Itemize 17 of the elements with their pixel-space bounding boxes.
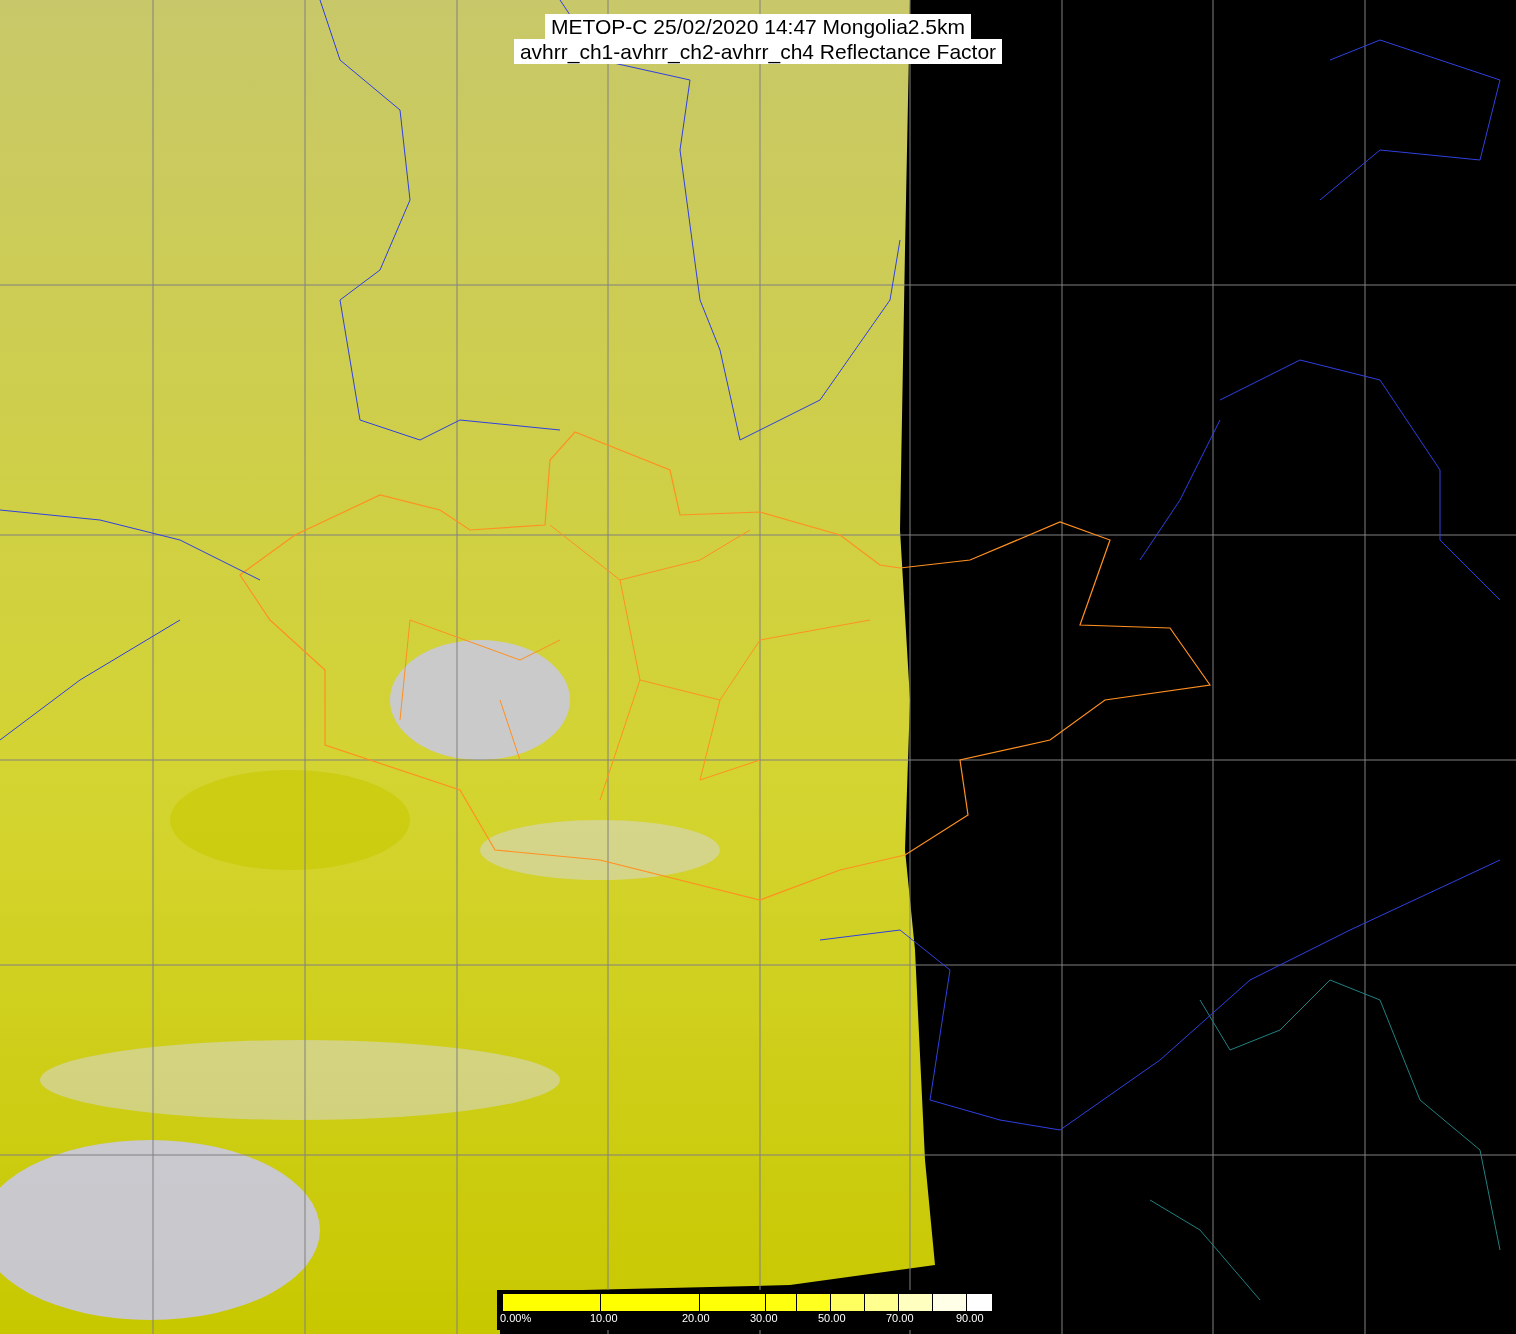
- map-title: METOP-C 25/02/2020 14:47 Mongolia2.5km: [545, 14, 971, 39]
- color-scale-swatch: [830, 1294, 864, 1311]
- color-scale-swatch: [699, 1294, 765, 1311]
- color-scale-label: 50.00: [818, 1312, 846, 1325]
- color-scale-label: 30.00: [750, 1312, 778, 1325]
- color-scale-swatch: [796, 1294, 830, 1311]
- color-scale-swatch: [932, 1294, 966, 1311]
- color-scale-label: 10.00: [590, 1312, 618, 1325]
- color-scale-label: 0.00%: [500, 1312, 532, 1325]
- map-title: avhrr_ch1-avhrr_ch2-avhrr_ch4 Reflectance Factor: [513, 39, 1003, 64]
- color-scale-label: 90.00: [956, 1312, 984, 1325]
- color-scale-label: 70.00: [886, 1312, 914, 1325]
- color-scale-swatch: [765, 1294, 796, 1311]
- color-scale-swatch: [898, 1294, 932, 1311]
- color-scale-swatch: [966, 1294, 992, 1311]
- color-scale-label: 20.00: [682, 1312, 710, 1325]
- color-scale-swatch: [864, 1294, 898, 1311]
